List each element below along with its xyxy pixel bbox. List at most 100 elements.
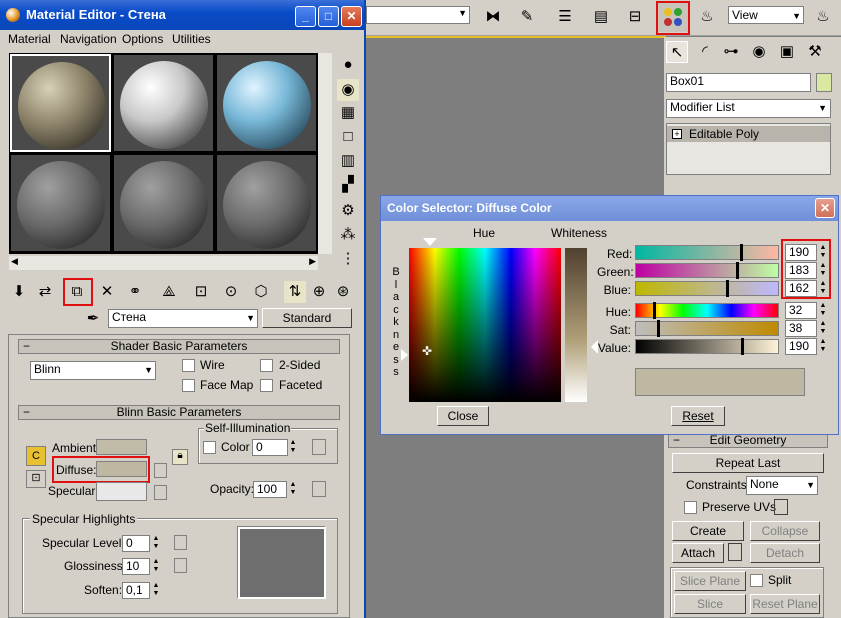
specular-level-map-button[interactable] bbox=[174, 535, 187, 550]
motion-tab-icon[interactable]: ◉ bbox=[748, 41, 770, 63]
two-sided-checkbox[interactable] bbox=[260, 359, 273, 372]
face-map-checkbox[interactable] bbox=[182, 379, 195, 392]
vertical-scrollbar[interactable] bbox=[318, 53, 332, 254]
stack-item-editable-poly[interactable]: + Editable Poly bbox=[667, 126, 830, 142]
put-to-library-icon[interactable]: ⟁ bbox=[158, 281, 180, 303]
sat-slider-thumb[interactable] bbox=[657, 320, 660, 337]
select-by-material-icon[interactable]: ⁂ bbox=[337, 224, 359, 246]
whiteness-strip[interactable] bbox=[565, 248, 587, 402]
value-slider-thumb[interactable] bbox=[741, 338, 744, 355]
opacity-spinner[interactable]: ▲ ▼ bbox=[288, 481, 298, 498]
material-name-field[interactable]: Стена ▼ bbox=[108, 309, 258, 328]
hue-blackness-field[interactable]: ✜ bbox=[409, 248, 561, 402]
sample-slot-5[interactable] bbox=[113, 154, 214, 252]
hierarchy-tab-icon[interactable]: ⊶ bbox=[720, 41, 742, 63]
reset-map-icon[interactable]: ✕ bbox=[96, 281, 118, 303]
hue-slider-thumb[interactable] bbox=[653, 302, 656, 319]
shader-rollout[interactable]: − Shader Basic Parameters bbox=[18, 339, 340, 354]
color-selector-titlebar[interactable]: Color Selector: Diffuse Color ✕ bbox=[381, 196, 838, 221]
object-color-swatch[interactable] bbox=[816, 73, 832, 92]
sample-slot-1[interactable] bbox=[10, 54, 111, 152]
green-slider-thumb[interactable] bbox=[736, 262, 739, 279]
create-tab-icon[interactable]: ↖ bbox=[666, 41, 688, 63]
show-end-result-icon[interactable]: ⬡ bbox=[250, 281, 272, 303]
attach-button[interactable]: Attach bbox=[672, 543, 724, 563]
eyedropper-icon[interactable]: ✒ bbox=[82, 308, 104, 330]
green-slider[interactable] bbox=[635, 263, 779, 278]
display-tab-icon[interactable]: ▣ bbox=[776, 41, 798, 63]
specular-level-spinner[interactable]: ▲ ▼ bbox=[151, 535, 161, 552]
sat-spinner[interactable]: ▲ ▼ bbox=[818, 320, 828, 337]
material-effects-icon[interactable]: ⊡ bbox=[190, 281, 212, 303]
sample-slot-3[interactable] bbox=[216, 54, 317, 152]
glossiness-map-button[interactable] bbox=[174, 558, 187, 573]
menu-options[interactable]: Options bbox=[122, 30, 163, 48]
uv-tiling-icon[interactable]: □ bbox=[337, 126, 359, 148]
value-slider[interactable] bbox=[635, 339, 779, 354]
opacity-map-button[interactable] bbox=[312, 481, 326, 497]
opacity-field[interactable]: 100 bbox=[253, 481, 287, 498]
backlight-icon[interactable]: ◉ bbox=[337, 79, 359, 101]
blinn-rollout[interactable]: − Blinn Basic Parameters bbox=[18, 405, 340, 420]
quick-render-icon[interactable]: ♨ bbox=[812, 6, 834, 28]
glossiness-spinner[interactable]: ▲ ▼ bbox=[151, 558, 161, 575]
horizontal-scrollbar[interactable]: ◀ ▶ bbox=[9, 256, 318, 270]
hue-slider[interactable] bbox=[635, 303, 779, 318]
ambient-swatch[interactable] bbox=[96, 439, 147, 455]
wire-checkbox[interactable] bbox=[182, 359, 195, 372]
ambient-lock-icon[interactable]: C bbox=[26, 446, 46, 466]
sat-field[interactable]: 38 bbox=[785, 320, 817, 337]
menu-material[interactable]: Material bbox=[8, 30, 51, 48]
specular-level-field[interactable]: 0 bbox=[122, 535, 150, 552]
red-slider-thumb[interactable] bbox=[740, 244, 743, 261]
schematic-view-icon[interactable]: ⊟ bbox=[624, 6, 646, 28]
soften-field[interactable]: 0,1 bbox=[122, 582, 150, 599]
hue-pointer-icon[interactable] bbox=[423, 238, 437, 246]
go-to-parent-icon[interactable]: ⇅ bbox=[284, 281, 306, 303]
go-forward-sibling-icon[interactable]: ⊕ bbox=[308, 281, 330, 303]
soften-spinner[interactable]: ▲ ▼ bbox=[151, 582, 161, 599]
self-illum-spinner[interactable]: ▲ ▼ bbox=[288, 439, 298, 456]
align-icon[interactable]: ✎ bbox=[516, 6, 538, 28]
minimize-button[interactable]: _ bbox=[295, 6, 316, 27]
background-icon[interactable]: ▦ bbox=[337, 102, 359, 124]
collapse-button[interactable]: Collapse bbox=[750, 521, 820, 541]
close-button[interactable]: ✕ bbox=[341, 6, 362, 27]
blue-slider-thumb[interactable] bbox=[726, 280, 729, 297]
modify-tab-icon[interactable]: ◜ bbox=[694, 41, 716, 63]
constraints-dropdown[interactable]: None ▼ bbox=[746, 476, 818, 495]
layers-icon[interactable]: ☰ bbox=[554, 6, 576, 28]
make-preview-icon[interactable]: ▞ bbox=[337, 174, 359, 196]
sample-type-icon[interactable]: ● bbox=[337, 54, 359, 76]
sample-slot-4[interactable] bbox=[10, 154, 111, 252]
hue-spinner[interactable]: ▲ ▼ bbox=[818, 302, 828, 319]
object-name-field[interactable]: Box01 bbox=[666, 73, 811, 92]
self-illum-map-button[interactable] bbox=[312, 439, 326, 455]
utilities-tab-icon[interactable]: ⚒ bbox=[804, 41, 826, 63]
view-dropdown[interactable]: View ▼ bbox=[728, 6, 804, 24]
modifier-list-dropdown[interactable]: Modifier List ▼ bbox=[666, 99, 831, 118]
self-illum-value-field[interactable]: 0 bbox=[252, 439, 288, 456]
split-checkbox[interactable] bbox=[750, 574, 763, 587]
curve-editor-icon[interactable]: ▤ bbox=[590, 6, 612, 28]
scroll-right-icon[interactable]: ▶ bbox=[309, 256, 316, 267]
glossiness-field[interactable]: 10 bbox=[122, 558, 150, 575]
options-icon[interactable]: ⚙ bbox=[337, 200, 359, 222]
diffuse-lock-icon[interactable]: ⊡ bbox=[26, 470, 46, 488]
detach-button[interactable]: Detach bbox=[750, 543, 820, 563]
shader-dropdown[interactable]: Blinn ▼ bbox=[30, 361, 156, 380]
blue-slider[interactable] bbox=[635, 281, 779, 296]
get-material-icon[interactable]: ⬇ bbox=[8, 281, 30, 303]
faceted-checkbox[interactable] bbox=[260, 379, 273, 392]
video-color-check-icon[interactable]: ▥ bbox=[337, 150, 359, 172]
expand-icon[interactable]: + bbox=[672, 129, 682, 139]
hue-field[interactable]: 32 bbox=[785, 302, 817, 319]
color-selector-close-icon[interactable]: ✕ bbox=[815, 198, 835, 218]
preserve-uvs-settings-icon[interactable] bbox=[774, 499, 788, 515]
scroll-left-icon[interactable]: ◀ bbox=[11, 256, 18, 267]
repeat-last-button[interactable]: Repeat Last bbox=[672, 453, 824, 473]
close-button[interactable]: Close bbox=[437, 406, 489, 426]
specular-map-button[interactable] bbox=[154, 485, 167, 500]
reset-button[interactable]: Reset bbox=[671, 406, 725, 426]
menu-utilities[interactable]: Utilities bbox=[172, 30, 211, 48]
